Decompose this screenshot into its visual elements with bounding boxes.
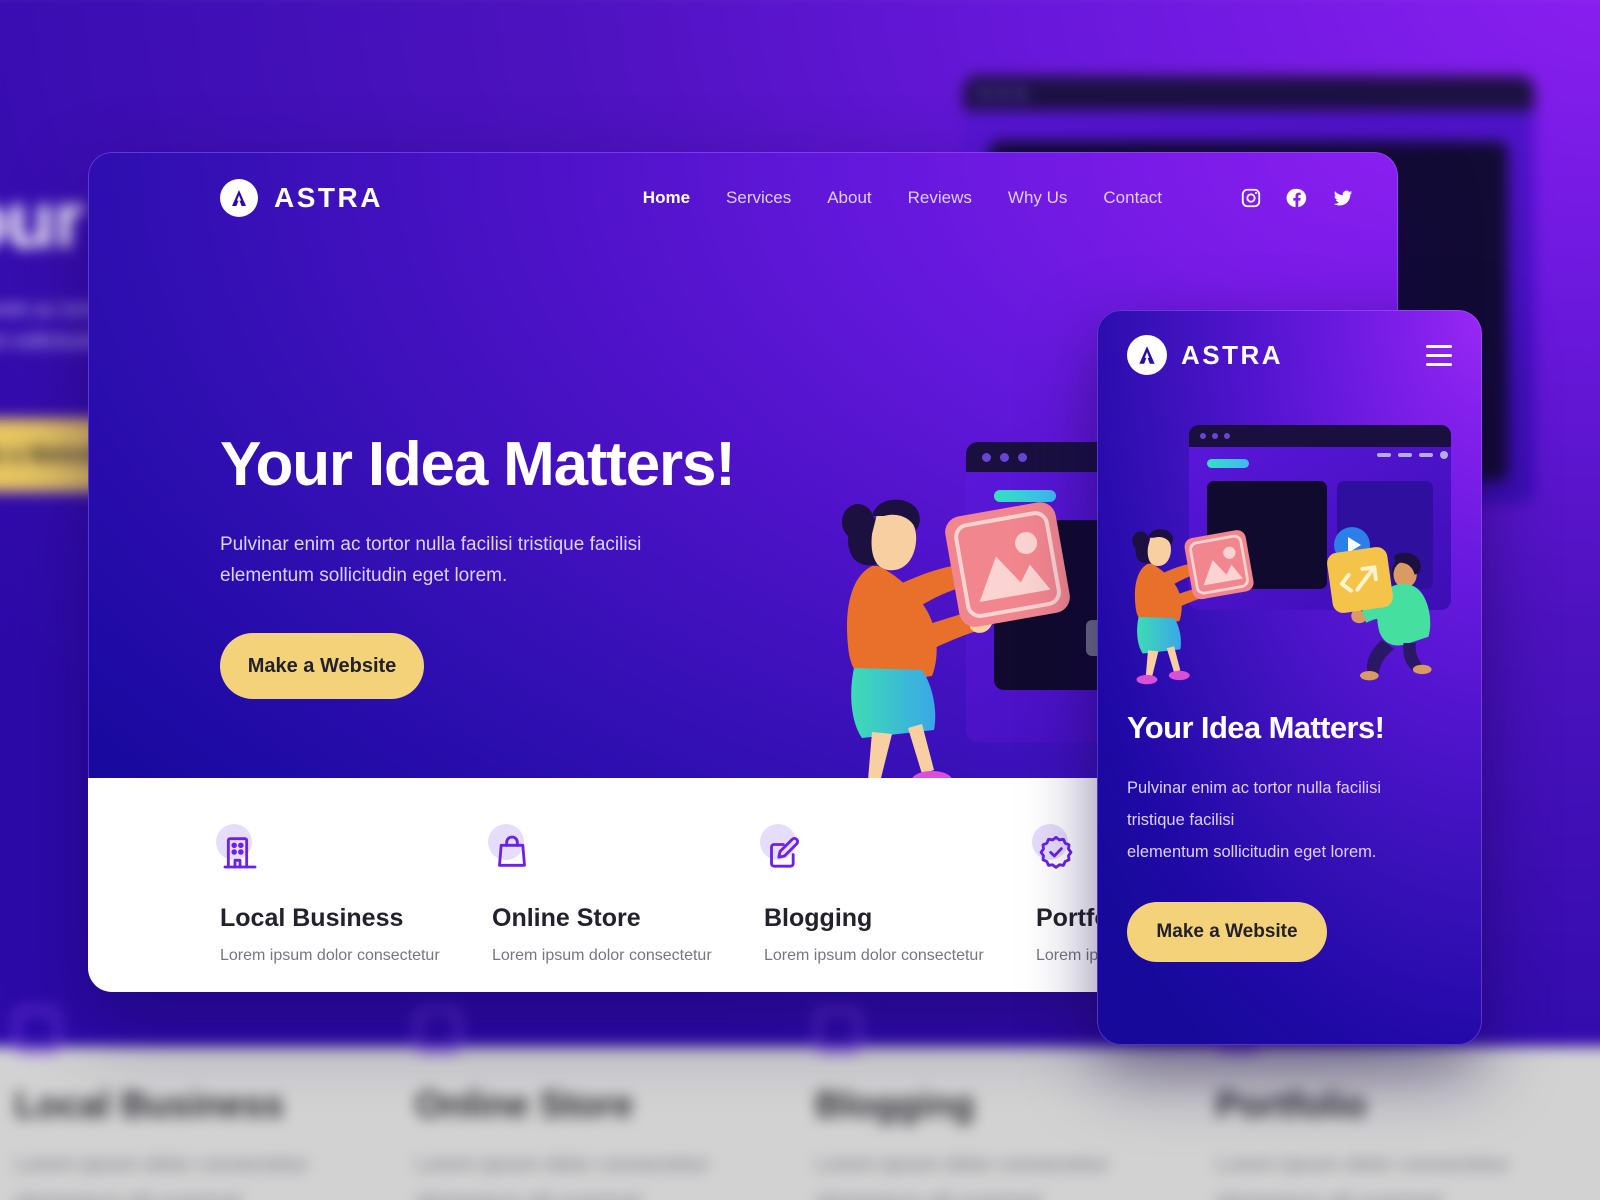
background-card-desc: Lorem ipsum dolor consectetur elementum … xyxy=(1216,1147,1600,1200)
mobile-hero-illustration xyxy=(1117,415,1462,690)
hero-section: Your Idea Matters! Pulvinar enim ac tort… xyxy=(220,430,840,700)
mobile-hero-subtitle: Pulvinar enim ac tortor nulla facilisi t… xyxy=(1127,772,1457,868)
nav-link-why-us[interactable]: Why Us xyxy=(1008,188,1068,208)
background-card-desc-line1: Lorem ipsum dolor consectetur xyxy=(815,1152,1110,1177)
hero-subtitle-line1: Pulvinar enim ac tortor nulla facilisi t… xyxy=(220,534,642,556)
mobile-brand-name: ASTRA xyxy=(1181,339,1284,370)
hero-title: Your Idea Matters! xyxy=(220,430,736,499)
background-card-desc: Lorem ipsum dolor consectetur elementum … xyxy=(15,1147,415,1200)
feature-description: Lorem ipsum dolor consectetur xyxy=(492,947,712,964)
mobile-preview-card: ASTRA Your Idea Matters! Pulvinar enim a… xyxy=(1097,310,1482,1045)
feature-title: Online Store xyxy=(492,904,641,932)
background-card-desc-line1: Lorem ipsum dolor consectetur xyxy=(414,1152,710,1177)
hero-subtitle-line2: elementum sollicitudin eget lorem. xyxy=(220,565,508,587)
hero-subtitle: Pulvinar enim ac tortor nulla facilisi t… xyxy=(220,529,840,591)
feature-description: Lorem ipsum dolor consectetur xyxy=(764,947,984,964)
shopping-bag-icon xyxy=(492,835,532,876)
background-card-title: Blogging xyxy=(815,1083,975,1126)
feature-description: Lorem ipsum dolor consectetur xyxy=(220,947,440,964)
feature-local-business[interactable]: Local Business Lorem ipsum dolor consect… xyxy=(216,824,492,992)
background-card: Online Store Lorem ipsum dolor consectet… xyxy=(414,1008,815,1200)
background-card-desc: Lorem ipsum dolor consectetur elementum … xyxy=(815,1147,1215,1200)
astra-logo-icon xyxy=(220,179,258,217)
feature-title: Local Business xyxy=(220,904,404,932)
nav-link-services[interactable]: Services xyxy=(726,188,791,208)
brand-name: ASTRA xyxy=(274,182,383,213)
mobile-hero-section: Your Idea Matters! Pulvinar enim ac tort… xyxy=(1127,710,1457,962)
background-card: Local Business Lorem ipsum dolor consect… xyxy=(14,1008,415,1200)
mobile-brand-logo[interactable]: ASTRA xyxy=(1127,335,1283,375)
mobile-navigation-bar: ASTRA xyxy=(1097,310,1482,400)
mobile-make-a-website-button[interactable]: Make a Website xyxy=(1127,902,1327,962)
feature-blogging[interactable]: Blogging Lorem ipsum dolor consectetur xyxy=(760,824,1036,992)
background-card-desc: Lorem ipsum dolor consectetur elementum … xyxy=(415,1147,815,1200)
nav-link-home[interactable]: Home xyxy=(643,188,690,208)
background-card-desc-line2: elementum elit euismod xyxy=(815,1190,1041,1200)
instagram-icon[interactable] xyxy=(1240,187,1262,209)
background-card-desc-line2: elementum elit euismod xyxy=(1216,1190,1442,1200)
background-card-icon xyxy=(414,1008,460,1053)
nav-link-about[interactable]: About xyxy=(827,188,871,208)
mobile-illustration-dashes xyxy=(1377,451,1448,459)
astra-logo-icon xyxy=(1127,335,1167,375)
nav-link-reviews[interactable]: Reviews xyxy=(908,188,972,208)
nav-links: Home Services About Reviews Why Us Conta… xyxy=(643,187,1354,209)
background-card-desc-line2: elementum elit euismod xyxy=(415,1190,641,1200)
facebook-icon[interactable] xyxy=(1286,187,1308,209)
background-card-icon xyxy=(815,1008,861,1053)
background-card-title: Online Store xyxy=(414,1083,634,1126)
illustration-image-card xyxy=(945,502,1070,627)
brand-logo[interactable]: ASTRA xyxy=(220,179,383,217)
hamburger-menu-icon[interactable] xyxy=(1426,344,1452,366)
mobile-hero-title: Your Idea Matters! xyxy=(1127,710,1385,745)
make-a-website-button[interactable]: Make a Website xyxy=(220,633,424,700)
building-icon xyxy=(220,837,260,876)
mobile-illustration-image-card xyxy=(1184,530,1254,600)
background-card-desc-line2: elementum elit euismod xyxy=(15,1190,241,1200)
mobile-subtitle-line3: elementum sollicitudin eget lorem. xyxy=(1127,843,1377,861)
mobile-illustration-code-card xyxy=(1327,547,1393,613)
background-card-icon xyxy=(14,1008,60,1053)
twitter-icon[interactable] xyxy=(1332,187,1354,209)
nav-link-contact[interactable]: Contact xyxy=(1103,188,1162,208)
pencil-square-icon xyxy=(764,837,804,876)
top-navigation-bar: ASTRA Home Services About Reviews Why Us… xyxy=(88,152,1398,244)
mobile-subtitle-line1: Pulvinar enim ac tortor nulla facilisi xyxy=(1127,779,1382,797)
feature-online-store[interactable]: Online Store Lorem ipsum dolor consectet… xyxy=(488,824,764,992)
mobile-subtitle-line2: tristique facilisi xyxy=(1127,811,1235,829)
background-card-desc-line1: Lorem ipsum dolor consectetur xyxy=(1215,1152,1510,1177)
social-links xyxy=(1240,187,1354,209)
background-card-title: Portfolio xyxy=(1215,1083,1367,1126)
verified-badge-icon xyxy=(1036,835,1076,876)
background-card-desc-line1: Lorem ipsum dolor consectetur xyxy=(14,1152,309,1177)
background-card-title: Local Business xyxy=(14,1083,284,1126)
feature-title: Blogging xyxy=(764,904,873,932)
